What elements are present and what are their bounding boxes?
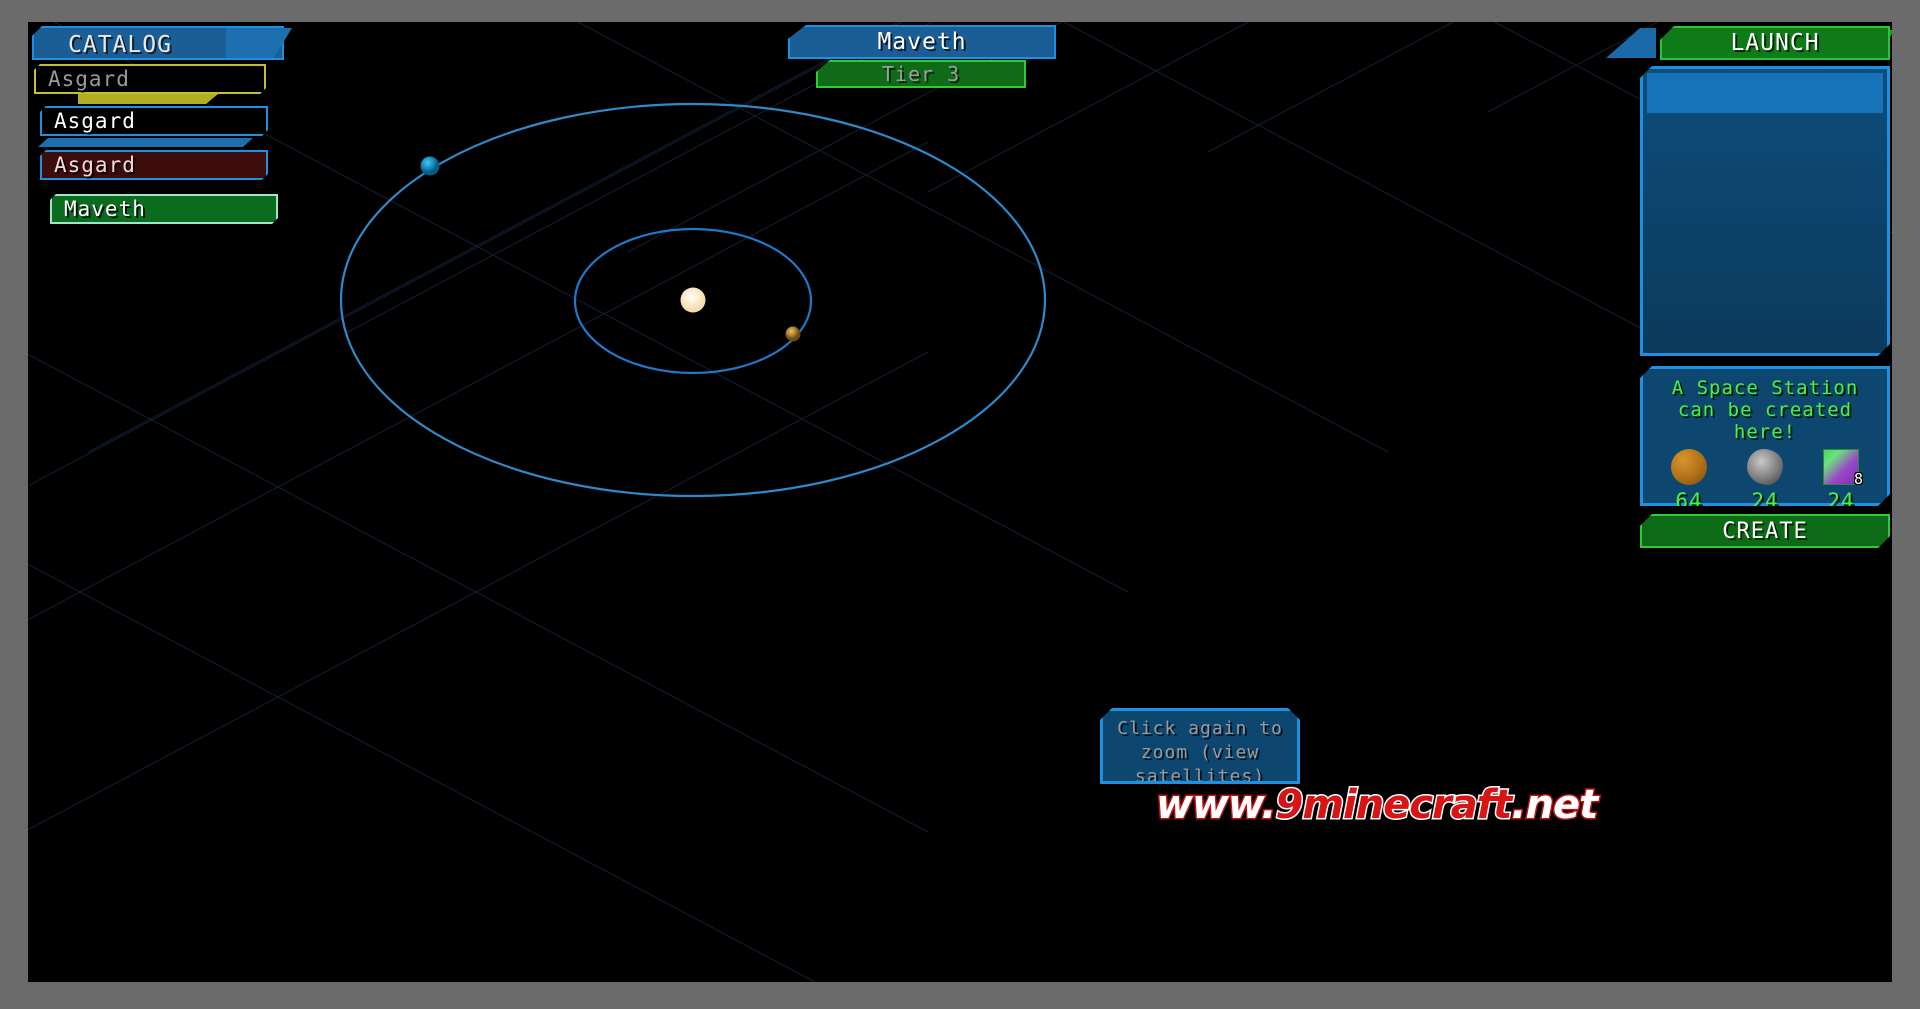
tooltip-line-1: Click again to xyxy=(1117,718,1283,739)
catalog-item-label: Asgard xyxy=(54,153,136,177)
watermark-part-1: www. xyxy=(1155,781,1278,830)
catalog-item-accent-bar xyxy=(78,94,218,104)
inner-orbit xyxy=(573,227,813,375)
catalog-item-label: Asgard xyxy=(54,109,136,133)
station-requirements-list: 64 24 8 24 xyxy=(1651,449,1879,513)
station-requirement-count: 64 xyxy=(1675,489,1703,513)
ship-preview-panel[interactable] xyxy=(1640,66,1890,356)
station-requirement-item: 64 xyxy=(1658,449,1720,513)
celestial-map-viewport[interactable]: CATALOG Asgard Asgard Asgard Maveth Mave… xyxy=(28,22,1892,982)
catalog-item-asgard-2[interactable]: Asgard xyxy=(40,106,268,136)
station-message-line-1: A Space Station xyxy=(1671,377,1859,399)
catalog-panel: CATALOG Asgard Asgard Asgard Maveth xyxy=(28,22,328,238)
station-requirement-item: 24 xyxy=(1734,449,1796,513)
body-tier-plate: Tier 3 xyxy=(816,60,1026,88)
catalog-item-label: Asgard xyxy=(48,67,130,91)
space-station-message: A Space Station can be created here! xyxy=(1643,377,1887,443)
central-star xyxy=(680,287,706,313)
catalog-header: CATALOG xyxy=(28,22,328,62)
site-watermark: www.9minecraft.net xyxy=(1155,781,1600,830)
body-name: Maveth xyxy=(877,29,967,55)
item-stack-badge: 8 xyxy=(1853,470,1864,488)
catalog-row: Asgard xyxy=(28,150,328,194)
catalog-row: Asgard xyxy=(28,106,328,150)
zoom-hint-tooltip: Click again to zoom (view satellites) xyxy=(1100,708,1300,784)
watermark-part-2: 9minecraft xyxy=(1274,781,1514,830)
catalog-row: Maveth xyxy=(28,194,328,238)
station-requirement-count: 24 xyxy=(1751,489,1779,513)
outer-orbit xyxy=(339,102,1047,498)
launch-button-label: LAUNCH xyxy=(1730,30,1820,56)
create-station-button[interactable]: CREATE xyxy=(1640,514,1890,548)
catalog-item-asgard-3[interactable]: Asgard xyxy=(40,150,268,180)
copper-sphere-icon xyxy=(1671,449,1707,485)
catalog-item-label: Maveth xyxy=(64,197,146,221)
catalog-item-maveth[interactable]: Maveth xyxy=(50,194,278,224)
catalog-title: CATALOG xyxy=(68,32,172,58)
create-button-label: CREATE xyxy=(1722,518,1808,544)
tooltip-text: Click again to zoom (view satellites) xyxy=(1103,711,1297,781)
inner-planet xyxy=(785,326,801,342)
catalog-connector-wing xyxy=(38,138,253,147)
watermark-part-3: .net xyxy=(1510,781,1600,830)
station-message-line-3: here! xyxy=(1733,421,1797,443)
station-requirement-item: 8 24 xyxy=(1810,449,1872,513)
ship-preview-header xyxy=(1647,73,1883,113)
app-window: CATALOG Asgard Asgard Asgard Maveth Mave… xyxy=(0,0,1920,1009)
station-message-line-2: can be created xyxy=(1677,399,1853,421)
body-tier-label: Tier 3 xyxy=(881,62,961,86)
catalog-row: Asgard xyxy=(28,62,328,106)
green-purple-block-icon: 8 xyxy=(1823,449,1863,488)
station-requirement-count: 24 xyxy=(1827,489,1855,513)
outer-planet xyxy=(420,156,440,176)
launch-button[interactable]: LAUNCH xyxy=(1660,26,1890,60)
space-station-info-panel: A Space Station can be created here! 64 … xyxy=(1640,366,1890,506)
body-name-plate: Maveth xyxy=(788,25,1056,59)
tooltip-line-2: zoom (view xyxy=(1140,742,1260,763)
catalog-item-asgard-1[interactable]: Asgard xyxy=(34,64,266,94)
launch-fin-left xyxy=(1606,28,1656,58)
iron-ore-chunk-icon xyxy=(1747,449,1783,485)
